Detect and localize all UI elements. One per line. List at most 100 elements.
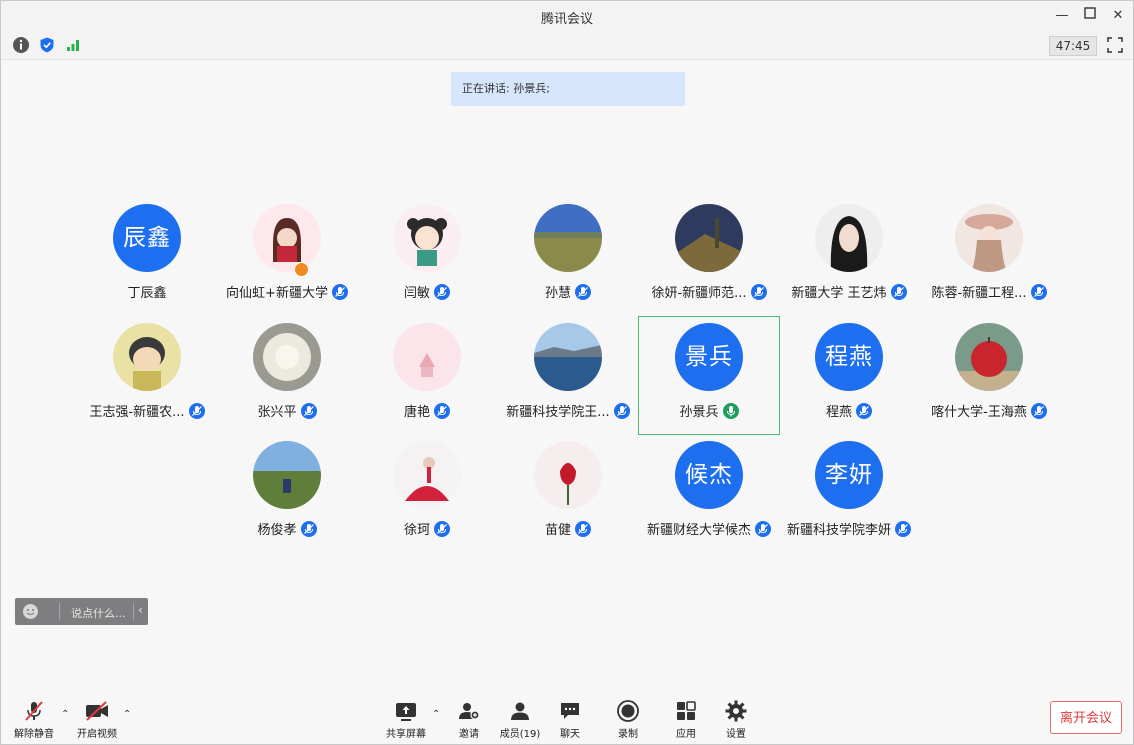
chat-placeholder[interactable]: 说点什么... xyxy=(71,605,126,621)
participant-tile[interactable]: 新疆大学 王艺炜 xyxy=(779,190,919,308)
invite-button[interactable]: 邀请 xyxy=(451,699,487,740)
chat-button[interactable]: 聊天 xyxy=(555,699,585,740)
participant-name: 新疆科技学院李妍 xyxy=(779,519,919,538)
meeting-window: 腾讯会议 — ✕ 47:45 正在讲话: 孙景兵; 辰鑫 丁辰鑫 向仙虹+新疆大… xyxy=(0,0,1134,745)
avatar xyxy=(393,204,461,272)
participant-tile[interactable]: 候杰 新疆财经大学候杰 xyxy=(639,427,779,545)
participant-tile[interactable]: 唐艳 xyxy=(357,309,497,427)
participant-name: 陈蓉-新疆工程... xyxy=(919,282,1059,301)
participant-name: 向仙虹+新疆大学 xyxy=(217,282,357,301)
participant-name: 程燕 xyxy=(779,401,919,420)
participant-name: 徐珂 xyxy=(357,519,497,538)
chat-bubble-icon xyxy=(561,703,579,719)
apps-grid-icon xyxy=(677,701,696,720)
participant-tile[interactable]: 王志强-新疆农... xyxy=(77,309,217,427)
muted-mic-icon xyxy=(755,521,771,537)
participant-name: 唐艳 xyxy=(357,401,497,420)
emoji-icon[interactable] xyxy=(23,604,38,619)
record-icon xyxy=(617,700,639,722)
muted-microphone-icon xyxy=(25,701,43,721)
muted-mic-icon xyxy=(575,521,591,537)
avatar xyxy=(253,441,321,509)
host-badge-icon xyxy=(294,262,309,277)
share-screen-button[interactable]: 共享屏幕 xyxy=(382,699,430,740)
status-bar: 47:45 xyxy=(1,31,1133,60)
participant-tile[interactable]: 杨俊孝 xyxy=(217,427,357,545)
participant-tile[interactable]: 向仙虹+新疆大学 xyxy=(217,190,357,308)
share-screen-icon xyxy=(396,703,416,721)
title-bar: 腾讯会议 — ✕ xyxy=(1,1,1133,31)
unmute-label: 解除静音 xyxy=(14,729,54,740)
muted-mic-icon xyxy=(1030,403,1047,419)
avatar: 程燕 xyxy=(815,323,883,391)
network-signal-icon[interactable] xyxy=(64,36,82,54)
video-options-chevron-icon[interactable]: ⌃ xyxy=(123,709,131,720)
speaking-mic-icon xyxy=(722,403,739,419)
unmute-button[interactable]: 解除静音 xyxy=(11,699,57,740)
muted-mic-icon xyxy=(434,403,450,419)
participant-tile[interactable]: 辰鑫 丁辰鑫 xyxy=(77,190,217,308)
participant-name: 徐妍-新疆师范... xyxy=(639,282,779,301)
maximize-icon[interactable] xyxy=(1081,7,1099,25)
avatar: 辰鑫 xyxy=(113,204,181,272)
participant-tile[interactable]: 徐珂 xyxy=(357,427,497,545)
settings-button[interactable]: 设置 xyxy=(721,699,751,740)
avatar xyxy=(113,323,181,391)
collapse-arrow-icon[interactable]: ‹ xyxy=(138,603,143,617)
participant-name: 喀什大学-王海燕 xyxy=(919,401,1059,420)
participant-name: 孙慧 xyxy=(498,282,638,301)
muted-mic-icon xyxy=(300,521,317,537)
participant-tile[interactable]: 张兴平 xyxy=(217,309,357,427)
share-options-chevron-icon[interactable]: ⌃ xyxy=(432,709,440,720)
avatar xyxy=(534,441,602,509)
participant-tile[interactable]: 苗健 xyxy=(498,427,638,545)
participant-tile[interactable]: 闫敏 xyxy=(357,190,497,308)
participant-tile-active-speaker[interactable]: 景兵 孙景兵 xyxy=(638,316,780,435)
participant-tile[interactable]: 程燕 程燕 xyxy=(779,309,919,427)
participant-tile[interactable]: 新疆科技学院王... xyxy=(498,309,638,427)
participant-tile[interactable]: 陈蓉-新疆工程... xyxy=(919,190,1059,308)
window-title: 腾讯会议 xyxy=(540,12,593,27)
avatar xyxy=(393,441,461,509)
avatar xyxy=(815,204,883,272)
bottom-toolbar: 解除静音 ⌃ 开启视频 ⌃ 共享屏幕 ⌃ 邀请 成员(19) 聊天 录制 应用 … xyxy=(1,689,1133,744)
avatar: 景兵 xyxy=(675,323,743,391)
leave-meeting-button[interactable]: 离开会议 xyxy=(1050,701,1122,734)
participant-tile[interactable]: 李妍 新疆科技学院李妍 xyxy=(779,427,919,545)
muted-mic-icon xyxy=(434,284,450,300)
apps-button[interactable]: 应用 xyxy=(671,699,701,740)
participant-tile[interactable]: 喀什大学-王海燕 xyxy=(919,309,1059,427)
start-video-button[interactable]: 开启视频 xyxy=(73,699,121,740)
chat-input-bar[interactable]: 说点什么... ‹ xyxy=(15,598,148,625)
participant-tile[interactable]: 孙慧 xyxy=(498,190,638,308)
avatar xyxy=(955,323,1023,391)
audio-options-chevron-icon[interactable]: ⌃ xyxy=(61,709,69,720)
muted-mic-icon xyxy=(856,403,872,419)
apps-label: 应用 xyxy=(676,729,696,740)
security-shield-icon[interactable] xyxy=(38,36,56,54)
muted-mic-icon xyxy=(750,284,767,300)
participant-name: 闫敏 xyxy=(357,282,497,301)
participant-name: 新疆大学 王艺炜 xyxy=(779,282,919,301)
settings-label: 设置 xyxy=(726,729,746,740)
participant-tile[interactable]: 徐妍-新疆师范... xyxy=(639,190,779,308)
avatar xyxy=(675,204,743,272)
avatar: 候杰 xyxy=(675,441,743,509)
fullscreen-icon[interactable] xyxy=(1107,37,1123,53)
avatar xyxy=(534,323,602,391)
record-button[interactable]: 录制 xyxy=(613,699,643,740)
muted-mic-icon xyxy=(1030,284,1047,300)
muted-mic-icon xyxy=(300,403,317,419)
members-icon xyxy=(511,702,529,720)
participant-name: 孙景兵 xyxy=(639,401,779,420)
speaking-indicator: 正在讲话: 孙景兵; xyxy=(451,72,685,106)
start-video-label: 开启视频 xyxy=(77,729,117,740)
avatar: 李妍 xyxy=(815,441,883,509)
avatar xyxy=(253,323,321,391)
minimize-icon[interactable]: — xyxy=(1053,7,1071,25)
divider xyxy=(133,603,134,620)
close-icon[interactable]: ✕ xyxy=(1109,7,1127,25)
members-button[interactable]: 成员(19) xyxy=(498,699,542,740)
info-icon[interactable] xyxy=(12,36,30,54)
avatar xyxy=(393,323,461,391)
